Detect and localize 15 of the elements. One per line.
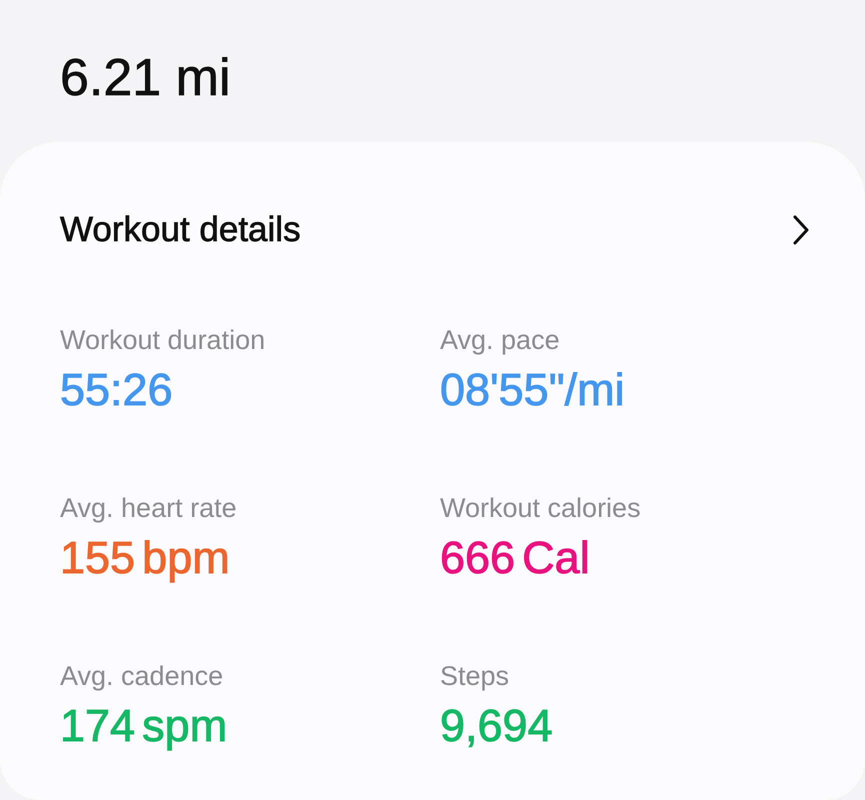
stat-label: Workout calories [440,492,641,524]
stat-value: 155 bpm [60,532,230,584]
stat-value: 9,694 [440,700,553,752]
stat-value: 174 spm [60,700,228,752]
stat-value: 666 Cal [440,532,590,584]
distance-title: 6.21 mi [60,48,231,108]
chevron-right-icon[interactable] [792,215,810,245]
card-title: Workout details [60,210,301,250]
stat-label: Avg. heart rate [60,492,237,524]
stat-label: Avg. cadence [60,660,224,692]
stat-label: Workout duration [60,324,266,356]
stat-label: Steps [440,660,510,692]
stat-value: 08'55"/mi [440,364,625,416]
stat-value: 55:26 [60,364,173,416]
stat-label: Avg. pace [440,324,560,356]
